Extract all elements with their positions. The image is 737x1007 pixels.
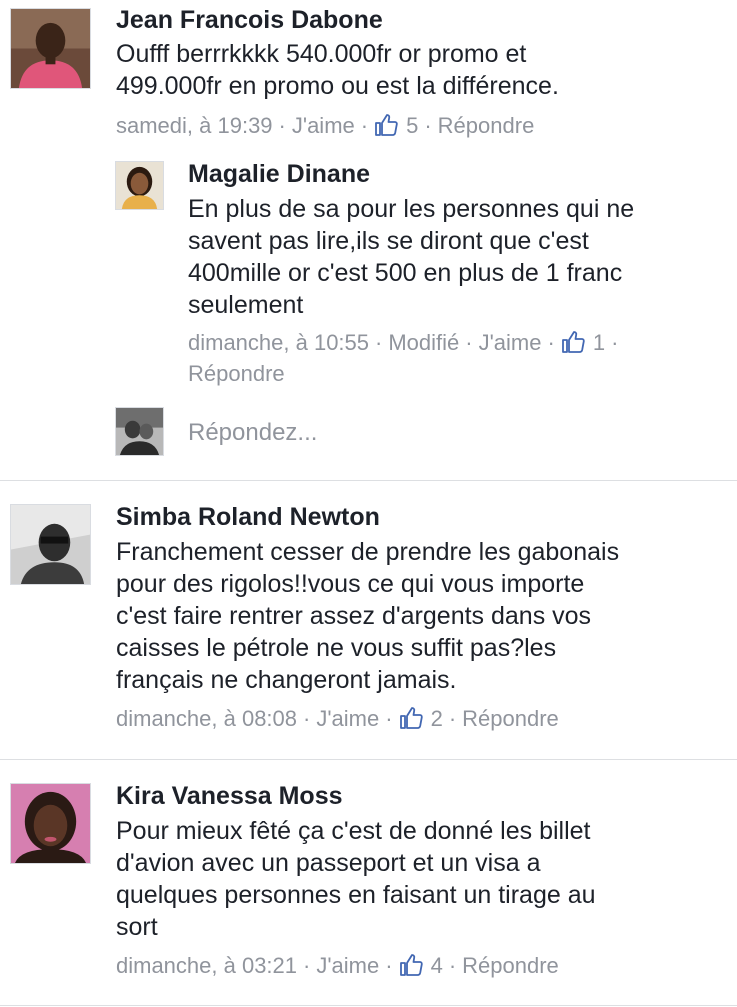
reply-input[interactable]: Répondez... <box>188 417 708 449</box>
like-count[interactable]: 4 <box>399 953 443 978</box>
comment-text: Pour mieux fêté ça c'est de donné les bi… <box>116 817 596 941</box>
comment-divider <box>0 1005 737 1006</box>
comment-timestamp[interactable]: dimanche, à 08:08 <box>116 706 297 731</box>
comment-divider <box>0 480 737 481</box>
current-user-avatar <box>115 407 164 456</box>
avatar-simba[interactable] <box>10 504 91 585</box>
like-button[interactable]: J'aime <box>479 330 542 355</box>
thumbs-up-icon <box>399 707 423 729</box>
thumbs-up-icon <box>561 331 585 353</box>
comment-author-name[interactable]: Kira Vanessa Moss <box>116 780 343 812</box>
reply-button[interactable]: Répondre <box>462 953 559 978</box>
reply-button[interactable]: Répondre <box>188 361 285 386</box>
avatar-magalie[interactable] <box>115 161 164 210</box>
like-count[interactable]: 1 <box>561 330 605 355</box>
comment-text: Franchement cesser de prendre les gabona… <box>116 538 620 694</box>
reply-author-name[interactable]: Magalie Dinane <box>188 158 370 190</box>
comment-author-name[interactable]: Jean Francois Dabone <box>116 4 383 36</box>
like-count[interactable]: 2 <box>399 706 443 731</box>
avatar-simba-image <box>11 505 90 584</box>
like-count-value: 4 <box>430 953 443 978</box>
comment-author-name[interactable]: Simba Roland Newton <box>116 501 380 533</box>
reply-timestamp[interactable]: dimanche, à 10:55 <box>188 330 369 355</box>
edited-label[interactable]: Modifié <box>388 330 459 355</box>
comment-divider <box>0 759 737 760</box>
reply-text: En plus de sa pour les personnes qui ne … <box>188 195 635 319</box>
reply-button[interactable]: Répondre <box>438 113 535 138</box>
avatar-kira-image <box>11 784 90 863</box>
reply-button[interactable]: Répondre <box>462 706 559 731</box>
like-count-value: 1 <box>592 330 606 355</box>
current-user-avatar-image <box>116 408 163 455</box>
comment-meta: dimanche, à 08:08 · J'aime · 2 · Répondre <box>116 706 559 731</box>
reply-meta-wrap: Répondre <box>188 359 285 389</box>
thumbs-up-icon <box>375 114 398 136</box>
avatar-kira[interactable] <box>10 783 91 864</box>
like-count-value: 5 <box>406 113 419 138</box>
like-count[interactable]: 5 <box>374 113 418 138</box>
avatar-jean-francois[interactable] <box>10 8 91 89</box>
avatar-jean-francois-image <box>11 9 90 88</box>
like-count-value: 2 <box>430 706 443 731</box>
avatar-magalie-image <box>116 162 163 209</box>
like-button[interactable]: J'aime <box>316 706 379 731</box>
comment-text: Oufff berrrkkkk 540.000fr or promo et 49… <box>116 40 559 100</box>
like-button[interactable]: J'aime <box>292 113 355 138</box>
like-button[interactable]: J'aime <box>316 953 379 978</box>
comment-meta: dimanche, à 03:21 · J'aime · 4 · Répondre <box>116 953 559 978</box>
thumbs-up-icon <box>399 954 423 976</box>
comment-meta: samedi, à 19:39 · J'aime · 5 · Répondre <box>116 113 535 138</box>
comment-timestamp[interactable]: samedi, à 19:39 <box>116 113 273 138</box>
comment-timestamp[interactable]: dimanche, à 03:21 <box>116 953 297 978</box>
reply-meta: dimanche, à 10:55 · Modifié · J'aime · 1 · <box>188 330 619 355</box>
